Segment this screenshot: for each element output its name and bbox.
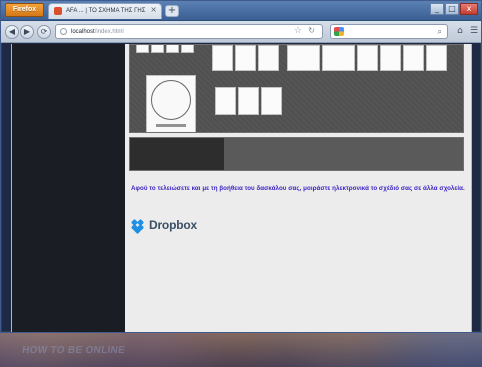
worksheet-footer bbox=[129, 137, 464, 171]
tab-favicon-icon bbox=[54, 7, 62, 15]
card-group bbox=[357, 45, 447, 71]
worksheet-preview bbox=[129, 44, 464, 133]
worksheet-card bbox=[403, 45, 424, 71]
menu-icon[interactable]: ☰ bbox=[468, 25, 480, 37]
new-tab-button[interactable]: + bbox=[165, 5, 179, 17]
thumbnail-card bbox=[181, 45, 194, 53]
worksheet-card bbox=[261, 87, 282, 115]
maximize-button[interactable]: □ bbox=[445, 3, 459, 15]
top-thumbnail-row bbox=[136, 45, 194, 53]
search-box[interactable]: ⌕ bbox=[330, 24, 448, 39]
worksheet-card bbox=[238, 87, 259, 115]
reload-icon: ⟳ bbox=[40, 27, 48, 36]
worksheet-card bbox=[287, 45, 320, 71]
url-text: localhost/index.html bbox=[71, 27, 271, 37]
url-host: localhost bbox=[71, 29, 95, 35]
tab-title: AFA ... | ΤΟ ΣΧΗΜΑ ΤΗΣ ΓΗΣ bbox=[66, 8, 146, 14]
reload-button[interactable]: ⟳ bbox=[37, 25, 51, 39]
desktop-watermark: HOW TO BE ONLINE bbox=[21, 345, 126, 356]
address-refresh-icon[interactable]: ↻ bbox=[308, 26, 315, 36]
close-button[interactable]: x bbox=[460, 3, 478, 15]
page-content: Αφού το τελειώσετε και με τη βοήθεια του… bbox=[125, 44, 471, 332]
card-group bbox=[215, 87, 282, 115]
circle-worksheet-card bbox=[146, 75, 196, 132]
address-bar[interactable]: localhost/index.html ☆ ↻ bbox=[55, 24, 323, 39]
minimize-button[interactable]: _ bbox=[430, 3, 444, 15]
card-group bbox=[287, 45, 355, 71]
active-tab[interactable]: AFA ... | ΤΟ ΣΧΗΜΑ ΤΗΣ ΓΗΣ × bbox=[48, 3, 162, 19]
search-icon[interactable]: ⌕ bbox=[438, 26, 442, 37]
window-controls: _ □ x bbox=[430, 3, 478, 15]
arrow-right-icon: ▶ bbox=[23, 27, 31, 36]
dropbox-logo-icon bbox=[130, 218, 145, 235]
search-input[interactable] bbox=[347, 26, 425, 37]
worksheet-card bbox=[215, 87, 236, 115]
instruction-text: Αφού το τελειώσετε και με τη βοήθεια του… bbox=[131, 185, 465, 192]
worksheet-card bbox=[426, 45, 447, 71]
worksheet-card bbox=[380, 45, 401, 71]
url-path: /index.html bbox=[94, 29, 124, 35]
thumbnail-card bbox=[151, 45, 164, 53]
back-button[interactable]: ◀ bbox=[5, 25, 19, 39]
browser-titlebar: Firefox AFA ... | ΤΟ ΣΧΗΜΑ ΤΗΣ ΓΗΣ × + _… bbox=[1, 1, 481, 21]
circle-caption-bar bbox=[156, 124, 186, 127]
thumbnail-card bbox=[166, 45, 179, 53]
footer-dark-block bbox=[130, 138, 224, 170]
browser-toolbar: ◀ ▶ ⟳ localhost/index.html ☆ ↻ ⌕ ⌂ ☰ bbox=[1, 21, 481, 43]
worksheet-card bbox=[357, 45, 378, 71]
worksheet-card bbox=[322, 45, 355, 71]
home-icon[interactable]: ⌂ bbox=[454, 25, 466, 37]
site-info-icon[interactable] bbox=[60, 28, 67, 35]
desktop-background: Firefox AFA ... | ΤΟ ΣΧΗΜΑ ΤΗΣ ΓΗΣ × + _… bbox=[0, 0, 482, 367]
dropbox-link[interactable]: Dropbox bbox=[130, 217, 197, 235]
search-engine-icon[interactable] bbox=[334, 27, 344, 36]
worksheet-card bbox=[258, 45, 279, 71]
bookmark-star-icon[interactable]: ☆ bbox=[294, 26, 302, 36]
worksheet-card bbox=[212, 45, 233, 71]
card-group bbox=[212, 45, 279, 71]
dropbox-brand-text: Dropbox bbox=[149, 218, 197, 232]
footer-light-block bbox=[224, 138, 463, 170]
thumbnail-card bbox=[136, 45, 149, 53]
browser-window: Firefox AFA ... | ΤΟ ΣΧΗΜΑ ΤΗΣ ΓΗΣ × + _… bbox=[0, 0, 482, 333]
tab-close-icon[interactable]: × bbox=[150, 5, 157, 15]
worksheet-card bbox=[235, 45, 256, 71]
arrow-left-icon: ◀ bbox=[8, 27, 16, 36]
circle-outline bbox=[151, 80, 191, 120]
web-viewport: Αφού το τελειώσετε και με τη βοήθεια του… bbox=[11, 44, 472, 332]
forward-button[interactable]: ▶ bbox=[20, 25, 34, 39]
left-dark-panel bbox=[12, 44, 125, 332]
firefox-menu-button[interactable]: Firefox bbox=[5, 3, 44, 17]
